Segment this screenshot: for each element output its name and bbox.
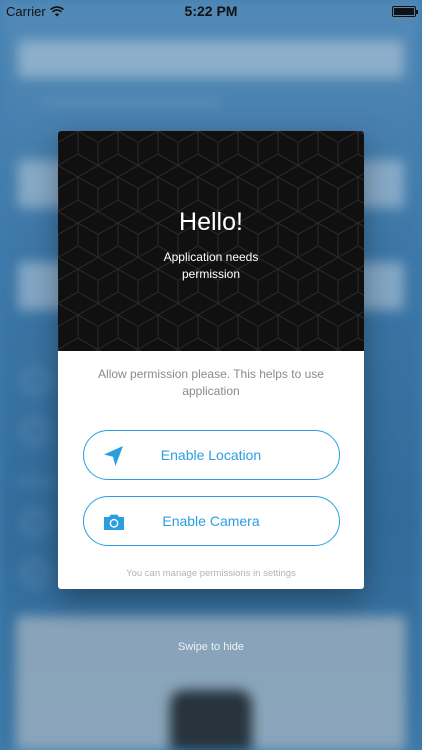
background-dot — [22, 368, 48, 394]
dialog-header: Hello! Application needs permission — [58, 131, 364, 351]
background-dot — [22, 510, 48, 536]
background-camera-icon — [170, 690, 252, 750]
enable-camera-button[interactable]: Enable Camera — [82, 496, 340, 546]
camera-icon — [103, 514, 124, 530]
background-search-field — [18, 40, 404, 78]
dialog-body: Allow permission please. This helps to u… — [58, 351, 364, 579]
dialog-subtitle: Application needs permission — [163, 249, 259, 281]
status-bar: Carrier 5:22 PM — [0, 0, 422, 22]
status-time: 5:22 PM — [184, 3, 238, 19]
battery-icon — [392, 5, 418, 17]
dialog-description: Allow permission please. This helps to u… — [98, 367, 324, 398]
hexagon-pattern-icon — [58, 131, 364, 351]
background-bottom-card — [16, 616, 406, 750]
battery-level — [394, 7, 414, 15]
location-arrow-icon — [103, 446, 123, 466]
swipe-to-hide-hint: Swipe to hide — [177, 641, 245, 653]
background-dot — [22, 418, 48, 444]
dialog-footer: You can manage permissions in settings — [126, 568, 296, 579]
dialog-title: Hello! — [179, 207, 243, 236]
permission-dialog: Hello! Application needs permission Allo… — [58, 131, 364, 589]
background-line — [40, 100, 220, 104]
background-line — [16, 480, 56, 484]
enable-camera-label: Enable Camera — [162, 513, 260, 529]
background-dot — [22, 560, 48, 586]
enable-location-label: Enable Location — [160, 447, 262, 463]
enable-location-button[interactable]: Enable Location — [82, 430, 340, 480]
